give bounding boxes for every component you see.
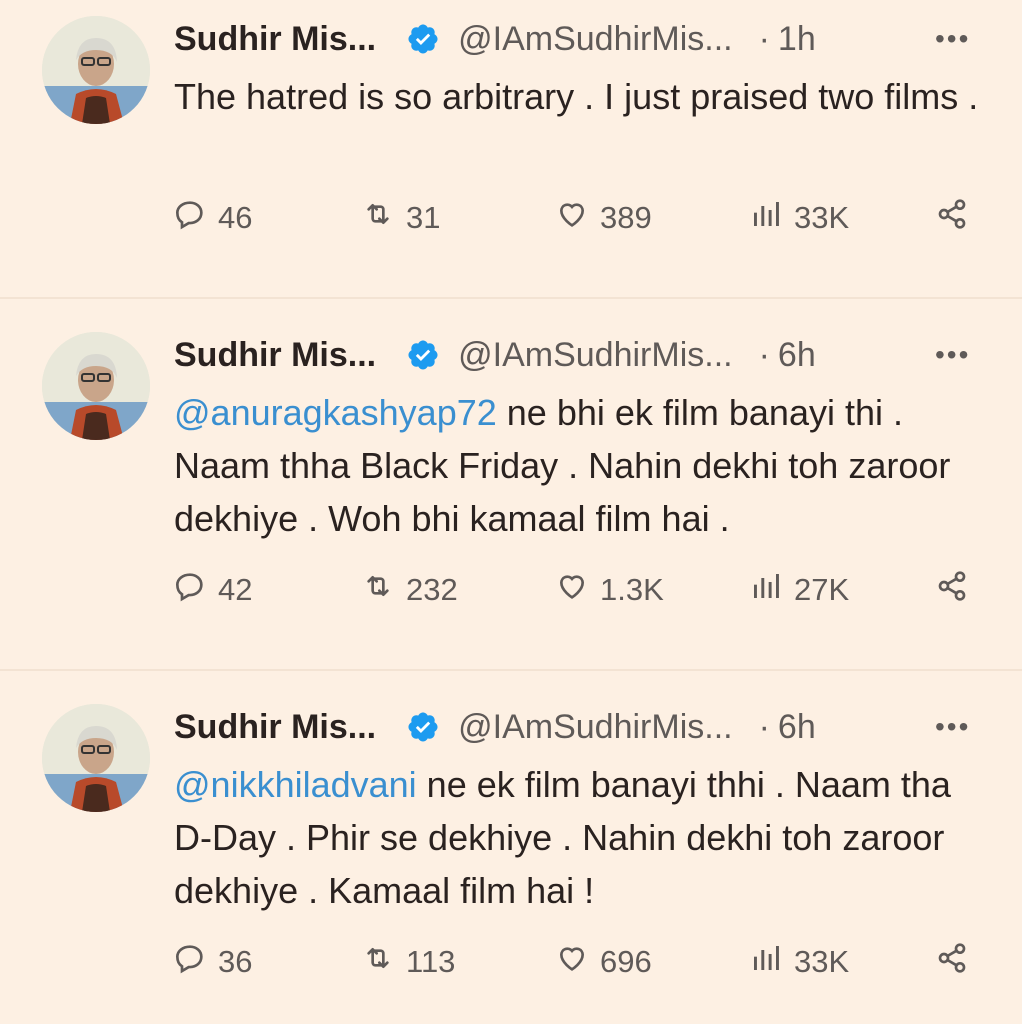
- tweet[interactable]: Sudhir Mis... @IAmSudhirMis... · 1h ••• …: [0, 0, 1022, 297]
- like-count: 1.3K: [600, 572, 664, 607]
- reply-button[interactable]: 42: [174, 568, 252, 612]
- verified-badge-icon: [406, 22, 440, 56]
- tweet-header: Sudhir Mis... @IAmSudhirMis... · 1h: [174, 16, 816, 62]
- reply-count: 46: [218, 200, 253, 235]
- reply-count: 36: [218, 944, 253, 979]
- action-bar: 46 31 389 33K: [174, 196, 984, 240]
- reply-icon: [174, 570, 218, 610]
- reply-button[interactable]: 36: [174, 940, 252, 984]
- timestamp[interactable]: 1h: [778, 20, 816, 59]
- share-button[interactable]: [936, 196, 980, 240]
- avatar[interactable]: [42, 332, 150, 440]
- avatar[interactable]: [42, 16, 150, 124]
- views-count: 33K: [794, 200, 850, 235]
- more-options-icon[interactable]: •••: [935, 332, 970, 378]
- like-button[interactable]: 1.3K: [556, 568, 664, 612]
- author-name[interactable]: Sudhir Mis...: [174, 20, 376, 59]
- share-icon: [936, 942, 980, 982]
- action-bar: 42 232 1.3K 27K: [174, 568, 984, 612]
- views-button[interactable]: 33K: [750, 196, 849, 240]
- like-count: 696: [600, 944, 652, 979]
- retweet-icon: [362, 198, 406, 238]
- views-button[interactable]: 33K: [750, 940, 849, 984]
- reply-button[interactable]: 46: [174, 196, 252, 240]
- timestamp[interactable]: 6h: [778, 708, 816, 747]
- views-button[interactable]: 27K: [750, 568, 849, 612]
- tweet-divider: [0, 669, 1022, 671]
- share-button[interactable]: [936, 568, 980, 612]
- verified-badge-icon: [406, 710, 440, 744]
- share-button[interactable]: [936, 940, 980, 984]
- heart-icon: [556, 198, 600, 238]
- tweet-text: The hatred is so arbitrary . I just prai…: [174, 70, 994, 123]
- tweet-text: @anuragkashyap72 ne bhi ek film banayi t…: [174, 386, 994, 545]
- heart-icon: [556, 942, 600, 982]
- avatar[interactable]: [42, 704, 150, 812]
- retweet-button[interactable]: 113: [362, 940, 455, 984]
- author-name[interactable]: Sudhir Mis...: [174, 708, 376, 747]
- views-count: 33K: [794, 944, 850, 979]
- retweet-button[interactable]: 31: [362, 196, 440, 240]
- tweet-header: Sudhir Mis... @IAmSudhirMis... · 6h: [174, 704, 816, 750]
- retweet-icon: [362, 570, 406, 610]
- author-handle[interactable]: @IAmSudhirMis...: [458, 336, 732, 375]
- views-icon: [750, 570, 794, 610]
- share-icon: [936, 570, 980, 610]
- tweet-text-body: The hatred is so arbitrary . I just prai…: [174, 76, 979, 117]
- views-count: 27K: [794, 572, 850, 607]
- mention-link[interactable]: @anuragkashyap72: [174, 392, 497, 433]
- retweet-count: 232: [406, 572, 458, 607]
- retweet-count: 31: [406, 200, 441, 235]
- reply-count: 42: [218, 572, 253, 607]
- retweet-count: 113: [406, 944, 456, 979]
- timestamp[interactable]: 6h: [778, 336, 816, 375]
- mention-link[interactable]: @nikkhiladvani: [174, 764, 417, 805]
- reply-icon: [174, 198, 218, 238]
- like-button[interactable]: 696: [556, 940, 652, 984]
- tweet[interactable]: Sudhir Mis... @IAmSudhirMis... · 6h ••• …: [0, 670, 1022, 1024]
- tweet-text: @nikkhiladvani ne ek film banayi thhi . …: [174, 758, 994, 917]
- more-options-icon[interactable]: •••: [935, 704, 970, 750]
- author-handle[interactable]: @IAmSudhirMis...: [458, 20, 732, 59]
- heart-icon: [556, 570, 600, 610]
- retweet-button[interactable]: 232: [362, 568, 458, 612]
- separator-dot: ·: [758, 335, 770, 374]
- more-options-icon[interactable]: •••: [935, 16, 970, 62]
- author-name[interactable]: Sudhir Mis...: [174, 336, 376, 375]
- reply-icon: [174, 942, 218, 982]
- separator-dot: ·: [758, 19, 770, 58]
- tweet-divider: [0, 297, 1022, 299]
- views-icon: [750, 198, 794, 238]
- separator-dot: ·: [758, 707, 770, 746]
- like-count: 389: [600, 200, 652, 235]
- retweet-icon: [362, 942, 406, 982]
- author-handle[interactable]: @IAmSudhirMis...: [458, 708, 732, 747]
- action-bar: 36 113 696 33K: [174, 940, 984, 984]
- tweet-header: Sudhir Mis... @IAmSudhirMis... · 6h: [174, 332, 816, 378]
- like-button[interactable]: 389: [556, 196, 652, 240]
- tweet[interactable]: Sudhir Mis... @IAmSudhirMis... · 6h ••• …: [0, 298, 1022, 669]
- views-icon: [750, 942, 794, 982]
- verified-badge-icon: [406, 338, 440, 372]
- share-icon: [936, 198, 980, 238]
